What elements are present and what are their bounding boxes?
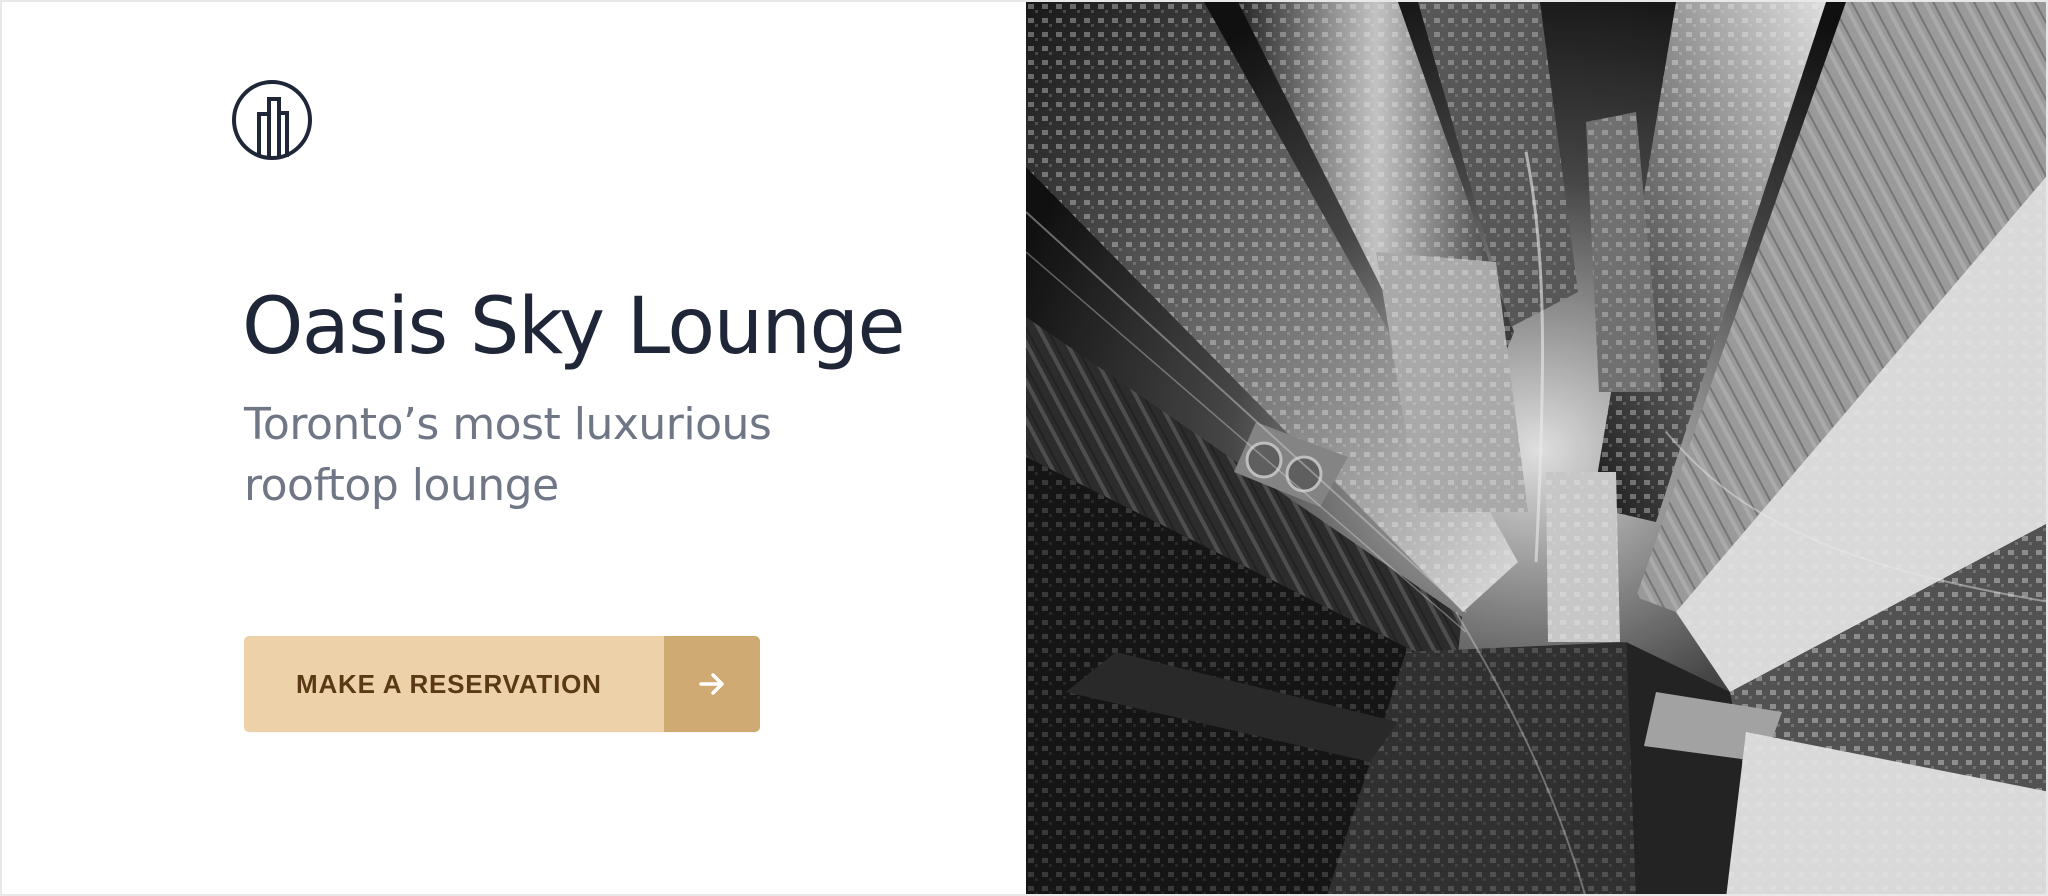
make-reservation-label: MAKE A RESERVATION	[244, 636, 664, 732]
page-subtitle: Toronto’s most luxurious rooftop lounge	[244, 399, 772, 511]
landing-card: Oasis Sky Lounge Toronto’s most luxuriou…	[0, 0, 2048, 896]
arrow-right-icon[interactable]	[664, 636, 760, 732]
city-aerial-photo	[1026, 2, 2046, 894]
hero-panel: Oasis Sky Lounge Toronto’s most luxuriou…	[2, 2, 1026, 894]
building-logo-icon[interactable]	[231, 79, 313, 161]
page-title: Oasis Sky Lounge	[242, 282, 905, 372]
make-reservation-button[interactable]: MAKE A RESERVATION	[244, 636, 760, 732]
